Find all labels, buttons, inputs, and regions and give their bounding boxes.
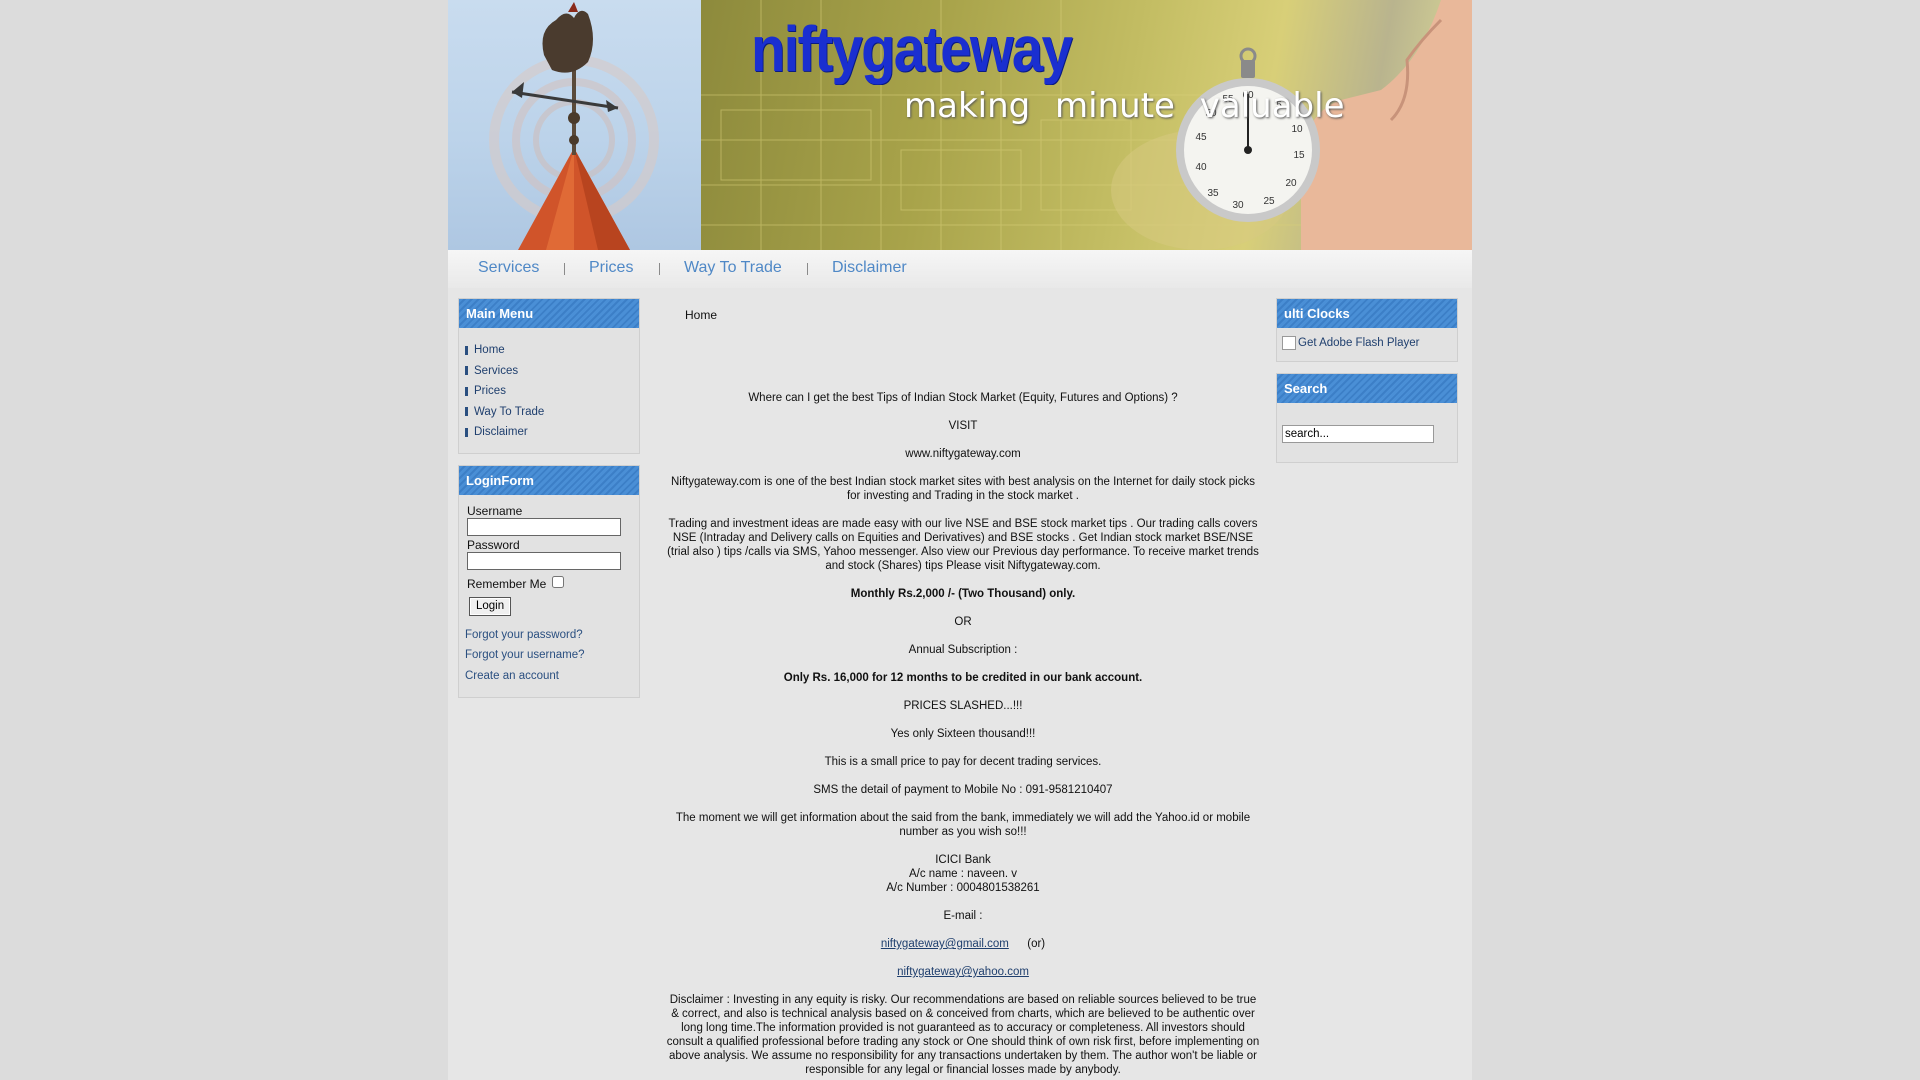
svg-text:25: 25 bbox=[1263, 196, 1275, 207]
top-navigation: Services Prices Way To Trade Disclaimer bbox=[448, 250, 1472, 288]
site-logo-text: niftygateway bbox=[751, 13, 1073, 85]
content-intro: Niftygateway.com is one of the best Indi… bbox=[670, 476, 1255, 502]
email-or: (or) bbox=[1027, 938, 1046, 950]
content-or: OR bbox=[954, 616, 972, 628]
bullet-icon bbox=[465, 366, 468, 376]
remember-me-row: Remember Me bbox=[467, 576, 639, 592]
main-menu-label[interactable]: Services bbox=[474, 365, 518, 377]
account-name: A/c name : naveen. v bbox=[908, 868, 1018, 880]
content-sixteen: Yes only Sixteen thousand!!! bbox=[890, 728, 1036, 740]
svg-text:35: 35 bbox=[1207, 188, 1219, 199]
svg-text:40: 40 bbox=[1195, 162, 1207, 173]
topnav-way-to-trade[interactable]: Way To Trade bbox=[684, 259, 782, 277]
content-monthly-price: Monthly Rs.2,000 /- (Two Thousand) only. bbox=[850, 588, 1076, 600]
bullet-icon bbox=[465, 407, 468, 417]
content-bank-details: ICICI Bank A/c name : naveen. v A/c Numb… bbox=[666, 853, 1260, 895]
topnav-separator bbox=[564, 263, 565, 275]
svg-text:30: 30 bbox=[1232, 200, 1244, 211]
content-annual-label: Annual Subscription : bbox=[908, 644, 1018, 656]
main-menu-list: Home Services Prices Way To Trade Discla… bbox=[459, 328, 639, 449]
forgot-username-link[interactable]: Forgot your username? bbox=[465, 645, 639, 666]
svg-text:15: 15 bbox=[1293, 150, 1305, 161]
topnav-separator bbox=[807, 263, 808, 275]
svg-text:20: 20 bbox=[1285, 178, 1297, 189]
stopwatch-icon: 60 5 10 15 20 25 30 35 40 45 50 55 bbox=[1176, 47, 1320, 222]
bullet-icon bbox=[465, 427, 468, 437]
page-wrapper: 60 5 10 15 20 25 30 35 40 45 50 55 nifty… bbox=[448, 0, 1472, 1080]
clocks-module: ulti Clocks Get Adobe Flash Player bbox=[1276, 298, 1458, 362]
content-email-row: niftygateway@gmail.com (or) bbox=[666, 937, 1260, 951]
main-menu-label[interactable]: Disclaimer bbox=[474, 426, 528, 438]
main-menu-item-prices[interactable]: Prices bbox=[465, 381, 639, 402]
email-gmail-link[interactable]: niftygateway@gmail.com bbox=[881, 938, 1009, 950]
flash-player-alt-text[interactable]: Get Adobe Flash Player bbox=[1298, 337, 1419, 349]
content-email2-row: niftygateway@yahoo.com bbox=[666, 965, 1260, 979]
topnav-disclaimer[interactable]: Disclaimer bbox=[832, 259, 907, 277]
main-content: Where can I get the best Tips of Indian … bbox=[666, 391, 1260, 1080]
bullet-icon bbox=[465, 345, 468, 355]
login-button[interactable]: Login bbox=[469, 596, 512, 616]
site-tagline: making minute valuable bbox=[904, 86, 1345, 126]
topnav-prices[interactable]: Prices bbox=[589, 259, 633, 277]
header-banner: 60 5 10 15 20 25 30 35 40 45 50 55 nifty… bbox=[448, 0, 1472, 250]
main-menu-item-disclaimer[interactable]: Disclaimer bbox=[465, 422, 639, 443]
create-account-link[interactable]: Create an account bbox=[465, 666, 639, 687]
login-form-title: LoginForm bbox=[459, 466, 639, 495]
password-field[interactable] bbox=[467, 552, 621, 570]
main-menu-item-home[interactable]: Home bbox=[465, 340, 639, 361]
content-site-url: www.niftygateway.com bbox=[905, 448, 1021, 460]
bank-name: ICICI Bank bbox=[935, 854, 991, 866]
main-menu-label[interactable]: Way To Trade bbox=[474, 406, 544, 418]
weathervane-image bbox=[448, 0, 701, 250]
weathervane-illustration bbox=[489, 2, 659, 250]
content-question: Where can I get the best Tips of Indian … bbox=[748, 392, 1178, 404]
content-small-price: This is a small price to pay for decent … bbox=[824, 756, 1102, 768]
breadcrumb: Home bbox=[685, 308, 718, 322]
main-menu-module: Main Menu Home Services Prices Way To Tr… bbox=[458, 298, 640, 454]
clocks-title: ulti Clocks bbox=[1277, 299, 1457, 328]
username-field[interactable] bbox=[467, 518, 621, 536]
svg-text:45: 45 bbox=[1195, 132, 1207, 143]
search-module: Search bbox=[1276, 373, 1458, 463]
flash-player-placeholder[interactable]: Get Adobe Flash Player bbox=[1282, 336, 1457, 350]
email-yahoo-link[interactable]: niftygateway@yahoo.com bbox=[897, 966, 1029, 978]
bullet-icon bbox=[465, 386, 468, 396]
content-email-label: E-mail : bbox=[943, 910, 983, 922]
content-trading: Trading and investment ideas are made ea… bbox=[667, 518, 1259, 572]
login-form-module: LoginForm Username Password Remember Me … bbox=[458, 465, 640, 698]
content-sms: SMS the detail of payment to Mobile No :… bbox=[813, 784, 1113, 796]
search-input[interactable] bbox=[1282, 425, 1434, 443]
main-menu-item-way-to-trade[interactable]: Way To Trade bbox=[465, 402, 639, 423]
search-title: Search bbox=[1277, 374, 1457, 403]
content-disclaimer: Disclaimer : Investing in any equity is … bbox=[666, 994, 1260, 1076]
content-annual-price: Only Rs. 16,000 for 12 months to be cred… bbox=[783, 672, 1143, 684]
account-number: A/c Number : 0004801538261 bbox=[886, 882, 1040, 894]
main-menu-label[interactable]: Prices bbox=[474, 385, 506, 397]
forgot-password-link[interactable]: Forgot your password? bbox=[465, 625, 639, 646]
topnav-separator bbox=[659, 263, 660, 275]
password-label: Password bbox=[467, 538, 520, 552]
remember-me-checkbox[interactable] bbox=[552, 576, 565, 588]
main-menu-label[interactable]: Home bbox=[474, 344, 505, 356]
username-label: Username bbox=[467, 504, 523, 518]
topnav-services[interactable]: Services bbox=[478, 259, 539, 277]
content-prices-slashed: PRICES SLASHED...!!! bbox=[903, 700, 1023, 712]
content-visit: VISIT bbox=[948, 420, 978, 432]
content-moment: The moment we will get information about… bbox=[675, 812, 1251, 838]
remember-me-label: Remember Me bbox=[467, 577, 547, 591]
broken-image-icon bbox=[1282, 336, 1296, 350]
main-menu-title: Main Menu bbox=[459, 299, 639, 328]
main-menu-item-services[interactable]: Services bbox=[465, 361, 639, 382]
